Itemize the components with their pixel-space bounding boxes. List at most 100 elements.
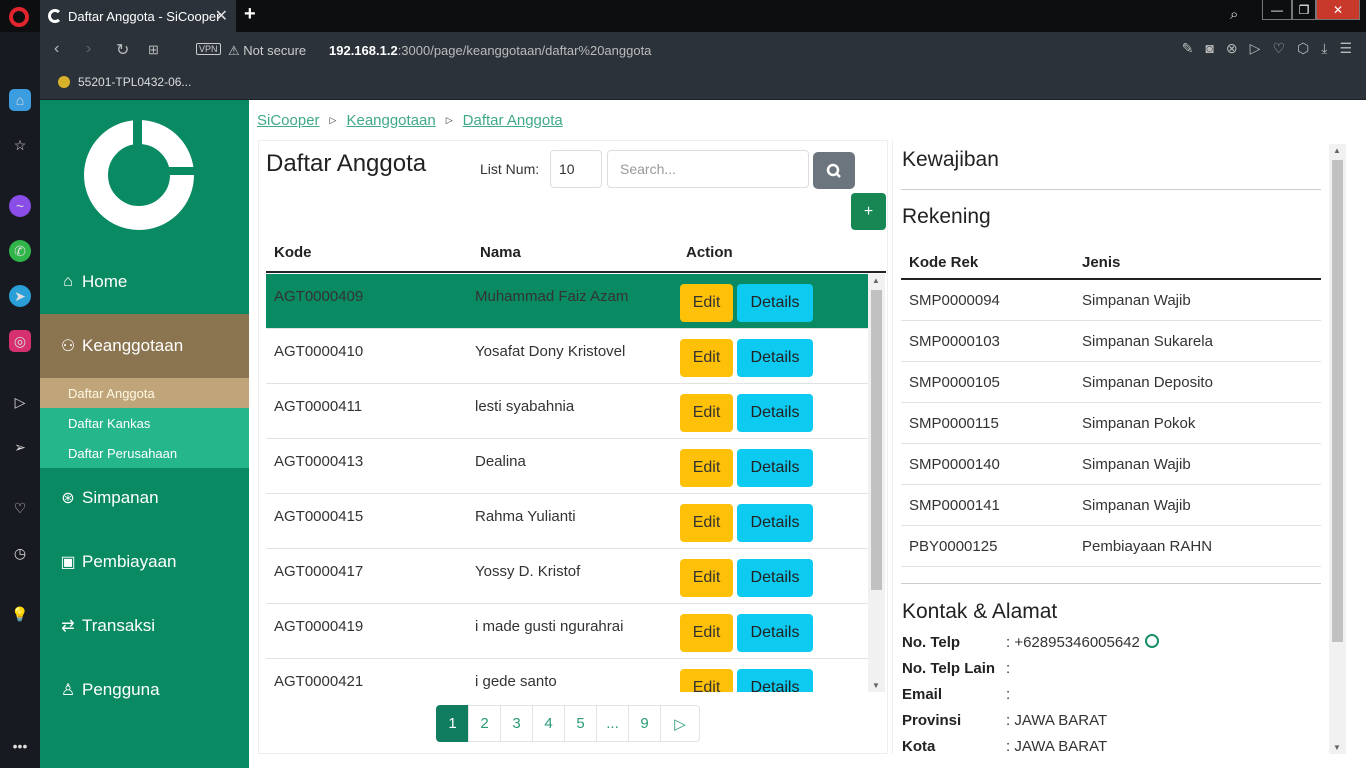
breadcrumb-keanggotaan[interactable]: Keanggotaan (346, 112, 435, 129)
history-clock-icon[interactable]: ◷ (9, 542, 31, 564)
tab-close-icon[interactable]: ✕ (215, 6, 228, 26)
minimize-button[interactable]: — (1262, 0, 1292, 20)
extensions-cube-icon[interactable]: ⬡ (1297, 40, 1309, 57)
tabs-grid-icon[interactable]: ⊞ (148, 42, 159, 58)
page-button[interactable]: 4 (532, 705, 565, 742)
search-input[interactable] (607, 150, 809, 188)
camera-icon[interactable]: ◙ (1205, 40, 1213, 57)
close-window-button[interactable]: ✕ (1316, 0, 1360, 20)
menu-pengguna[interactable]: ♙ Pengguna (40, 658, 249, 722)
workspace-icon[interactable]: ⌂ (9, 89, 31, 111)
table-row[interactable]: AGT0000409 Muhammad Faiz Azam Edit Details (266, 274, 868, 329)
menu-transaksi[interactable]: ⇄ Transaksi (40, 594, 249, 658)
cell-kode: AGT0000410 (274, 343, 364, 360)
breadcrumb-daftar-anggota[interactable]: Daftar Anggota (463, 112, 563, 129)
contact-value: : (1006, 660, 1011, 677)
menu-pembiayaan[interactable]: ▣ Pembiayaan (40, 530, 249, 594)
lightbulb-icon[interactable]: 💡 (9, 603, 31, 625)
opera-logo-icon[interactable] (9, 7, 29, 27)
scroll-down-icon[interactable]: ▼ (1333, 743, 1341, 752)
edit-button[interactable]: Edit (680, 339, 733, 377)
edit-button[interactable]: Edit (680, 504, 733, 542)
table-row[interactable]: AGT0000413 Dealina Edit Details (266, 439, 868, 494)
scroll-up-icon[interactable]: ▲ (872, 276, 880, 285)
menu-keanggotaan[interactable]: ⚇ Keanggotaan (40, 314, 249, 378)
details-button[interactable]: Details (737, 284, 813, 322)
page-button[interactable]: 9 (628, 705, 661, 742)
table-row[interactable]: AGT0000421 i gede santo Edit Details (266, 659, 868, 692)
next-page-button[interactable]: ▷ (660, 705, 700, 742)
details-button[interactable]: Details (737, 449, 813, 487)
details-button[interactable]: Details (737, 669, 813, 692)
maximize-button[interactable]: ❐ (1292, 0, 1316, 20)
edit-button[interactable]: Edit (680, 394, 733, 432)
player-icon[interactable]: ▷ (9, 391, 31, 413)
breadcrumb-sicooper[interactable]: SiCooper (257, 112, 320, 129)
telegram-icon[interactable]: ➤ (9, 285, 31, 307)
search-button[interactable] (813, 152, 855, 189)
menu-home[interactable]: ⌂ Home (40, 250, 249, 314)
edit-button[interactable]: Edit (680, 559, 733, 597)
download-icon[interactable]: ⤓ (1321, 40, 1327, 57)
heart-icon[interactable]: ♡ (9, 497, 31, 519)
forward-icon[interactable]: › (86, 40, 91, 58)
whatsapp-icon[interactable] (1144, 634, 1159, 648)
rekening-row: SMP0000103 Simpanan Sukarela (901, 321, 1321, 362)
page-button[interactable]: 3 (500, 705, 533, 742)
back-icon[interactable]: ‹ (54, 40, 59, 58)
more-dots-icon[interactable]: ••• (9, 735, 31, 757)
list-num-input[interactable] (550, 150, 602, 188)
page-button[interactable]: 1 (436, 705, 469, 742)
page-button[interactable]: 5 (564, 705, 597, 742)
whatsapp-icon[interactable]: ✆ (9, 240, 31, 262)
browser-tab[interactable]: Daftar Anggota - SiCooper ✕ (40, 0, 236, 32)
bookmarks-star-icon[interactable]: ☆ (9, 134, 31, 156)
contact-row: Kota: JAWA BARAT (902, 738, 1159, 754)
edit-button[interactable]: Edit (680, 284, 733, 322)
heart-icon[interactable]: ♡ (1272, 40, 1285, 57)
page-button[interactable]: 2 (468, 705, 501, 742)
new-tab-button[interactable]: + (244, 3, 256, 26)
edit-button[interactable]: Edit (680, 449, 733, 487)
scrollbar-thumb[interactable] (1332, 160, 1343, 642)
tab-search-icon[interactable]: ⌕ (1230, 6, 1238, 23)
url-field[interactable]: 192.168.1.2:3000/page/keanggotaan/daftar… (329, 43, 651, 58)
table-row[interactable]: AGT0000415 Rahma Yulianti Edit Details (266, 494, 868, 549)
details-button[interactable]: Details (737, 614, 813, 652)
scroll-down-icon[interactable]: ▼ (872, 681, 880, 690)
security-indicator[interactable]: ⚠ Not secure (228, 43, 306, 59)
edit-button[interactable]: Edit (680, 669, 733, 692)
detail-scrollbar[interactable]: ▲ ▼ (1329, 144, 1346, 754)
url-path: :3000/page/keanggotaan/daftar%20anggota (397, 43, 652, 58)
breadcrumb-separator-icon: ▷ (445, 115, 453, 125)
scroll-up-icon[interactable]: ▲ (1333, 146, 1341, 155)
send-icon[interactable]: ➢ (9, 436, 31, 458)
details-button[interactable]: Details (737, 394, 813, 432)
details-button[interactable]: Details (737, 339, 813, 377)
edit-icon[interactable]: ✎ (1182, 40, 1194, 57)
submenu-daftar-perusahaan[interactable]: Daftar Perusahaan (40, 438, 249, 468)
table-row[interactable]: AGT0000419 i made gusti ngurahrai Edit Deta… (266, 604, 868, 659)
table-row[interactable]: AGT0000417 Yossy D. Kristof Edit Details (266, 549, 868, 604)
reload-icon[interactable]: ↻ (116, 40, 129, 60)
easy-setup-icon[interactable]: ☰ (1339, 40, 1352, 57)
submenu-daftar-kankas[interactable]: Daftar Kankas (40, 408, 249, 438)
details-button[interactable]: Details (737, 559, 813, 597)
flow-send-icon[interactable]: ▷ (1250, 40, 1261, 57)
table-row[interactable]: AGT0000411 lesti syabahnia Edit Details (266, 384, 868, 439)
submenu-daftar-anggota[interactable]: Daftar Anggota (40, 378, 249, 408)
menu-simpanan[interactable]: ⊛ Simpanan (40, 466, 249, 530)
adblock-icon[interactable]: ⊗ (1226, 40, 1238, 57)
instagram-icon[interactable]: ◎ (9, 330, 31, 352)
scrollbar-thumb[interactable] (871, 290, 882, 590)
add-member-button[interactable]: + (851, 193, 886, 230)
keanggotaan-submenu: Daftar Anggota Daftar Kankas Daftar Peru… (40, 378, 249, 468)
details-button[interactable]: Details (737, 504, 813, 542)
transfer-icon: ⇄ (61, 618, 75, 635)
bookmark-item[interactable]: 55201-TPL0432-06... (58, 75, 191, 89)
edit-button[interactable]: Edit (680, 614, 733, 652)
messenger-icon[interactable]: ~ (9, 195, 31, 217)
table-scrollbar[interactable]: ▲ ▼ (868, 274, 885, 692)
vpn-badge[interactable]: VPN (196, 43, 221, 55)
table-row[interactable]: AGT0000410 Yosafat Dony Kristovel Edit Deta… (266, 329, 868, 384)
